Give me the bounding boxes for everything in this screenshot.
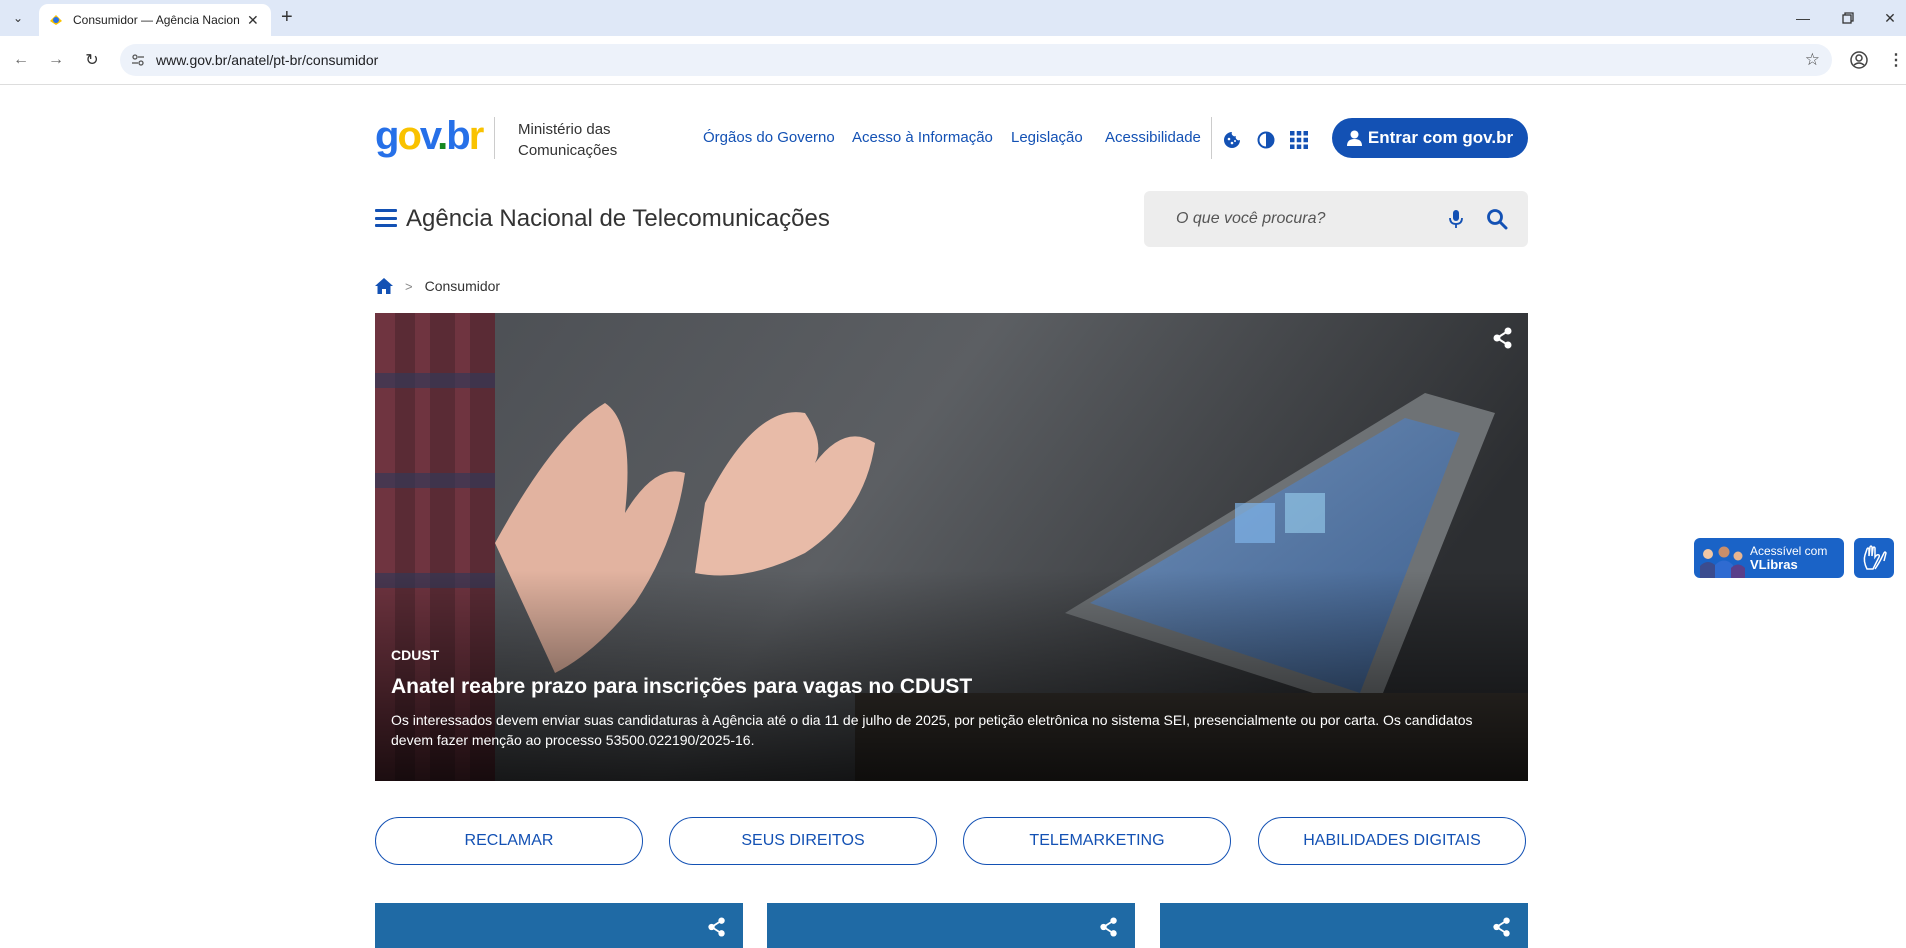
tab-title: Consumidor — Agência Nacion — [73, 13, 240, 27]
content-card[interactable] — [1160, 903, 1528, 948]
reclamar-button[interactable]: RECLAMAR — [375, 817, 643, 865]
agency-title[interactable]: Agência Nacional de Telecomunicações — [406, 205, 830, 233]
breadcrumb-separator: > — [405, 278, 413, 294]
window-close-icon[interactable]: ✕ — [1878, 6, 1902, 30]
hero-headline[interactable]: Anatel reabre prazo para inscrições para… — [391, 675, 972, 699]
vlibras-avatars-icon — [1694, 538, 1746, 578]
share-icon[interactable] — [1099, 917, 1119, 937]
hero-description: Os interessados devem enviar suas candid… — [391, 712, 1473, 748]
vlibras-text: Acessível com VLibras — [1750, 544, 1828, 572]
content-card[interactable] — [767, 903, 1135, 948]
breadcrumb-current: Consumidor — [424, 278, 501, 294]
share-icon[interactable] — [707, 917, 727, 937]
vlibras-hands-icon[interactable] — [1854, 538, 1894, 578]
breadcrumb: > Consumidor — [375, 278, 500, 294]
microphone-icon[interactable] — [1446, 209, 1466, 229]
browser-tab-active[interactable]: Consumidor — Agência Nacion ✕ — [39, 4, 271, 36]
address-bar[interactable]: www.gov.br/anatel/pt-br/consumidor ☆ — [120, 44, 1832, 76]
govbr-favicon-icon — [49, 13, 63, 27]
seus-direitos-button[interactable]: SEUS DIREITOS — [669, 817, 937, 865]
tab-search-chevron-icon[interactable]: ⌄ — [6, 6, 30, 30]
browser-tab-bar: ⌄ Consumidor — Agência Nacion ✕ + — ✕ — [0, 0, 1906, 36]
site-info-icon[interactable] — [130, 52, 146, 68]
share-icon[interactable] — [1492, 917, 1512, 937]
header-divider-2 — [1211, 117, 1212, 159]
profile-icon[interactable] — [1847, 48, 1871, 72]
apps-grid-icon[interactable] — [1287, 128, 1311, 152]
search-box — [1144, 191, 1528, 247]
hamburger-menu-icon[interactable] — [375, 207, 397, 229]
home-icon[interactable] — [375, 278, 393, 294]
vlibras-banner[interactable]: Acessível com VLibras — [1694, 538, 1844, 578]
link-orgaos-governo[interactable]: Órgãos do Governo — [703, 129, 835, 146]
user-icon — [1346, 130, 1362, 146]
content-card[interactable] — [375, 903, 743, 948]
govbr-logo[interactable]: gov.br — [375, 116, 484, 156]
cookie-icon[interactable] — [1220, 128, 1244, 152]
header-divider — [494, 117, 495, 159]
reload-icon[interactable]: ↻ — [80, 48, 104, 72]
more-menu-icon[interactable]: ⋮ — [1884, 48, 1906, 72]
search-icon[interactable] — [1486, 208, 1508, 230]
ministry-name: Ministério das Comunicações — [518, 121, 618, 159]
hero-kicker: CDUST — [391, 647, 440, 663]
login-govbr-button[interactable]: Entrar com gov.br — [1332, 118, 1528, 158]
forward-icon[interactable]: → — [44, 48, 68, 72]
new-tab-icon[interactable]: + — [281, 7, 293, 27]
url-text[interactable]: www.gov.br/anatel/pt-br/consumidor — [156, 52, 378, 68]
browser-toolbar: ← → ↻ www.gov.br/anatel/pt-br/consumidor… — [0, 36, 1906, 85]
tab-close-icon[interactable]: ✕ — [247, 12, 259, 29]
contrast-icon[interactable] — [1254, 128, 1278, 152]
telemarketing-button[interactable]: TELEMARKETING — [963, 817, 1231, 865]
search-input[interactable] — [1174, 209, 1418, 229]
share-icon[interactable] — [1492, 327, 1514, 349]
minimize-icon[interactable]: — — [1791, 6, 1815, 30]
restore-icon[interactable] — [1836, 6, 1860, 30]
link-acesso-informacao[interactable]: Acesso à Informação — [852, 129, 993, 146]
bookmark-star-icon[interactable]: ☆ — [1805, 50, 1820, 70]
back-icon[interactable]: ← — [9, 48, 33, 72]
link-acessibilidade[interactable]: Acessibilidade — [1105, 129, 1201, 146]
habilidades-digitais-button[interactable]: HABILIDADES DIGITAIS — [1258, 817, 1526, 865]
link-legislacao[interactable]: Legislação — [1011, 129, 1083, 146]
login-label: Entrar com gov.br — [1367, 128, 1514, 147]
hero-banner[interactable]: CDUST Anatel reabre prazo para inscriçõe… — [375, 313, 1528, 781]
